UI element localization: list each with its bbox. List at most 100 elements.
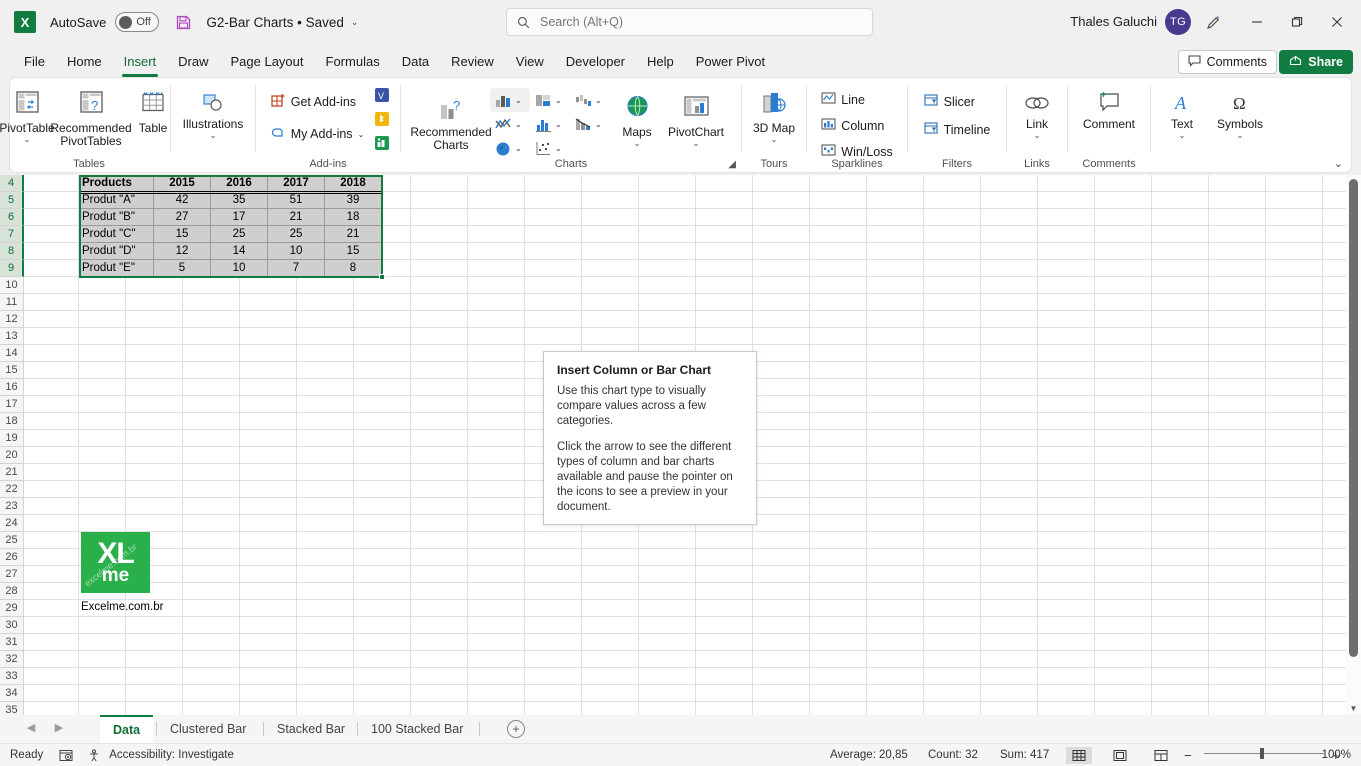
grid-cell[interactable] [1209,464,1266,481]
grid-cell[interactable] [297,413,354,430]
maps-button[interactable]: Maps ⌄ [610,84,664,148]
row-header[interactable]: 8 [0,243,24,260]
row-header[interactable]: 34 [0,685,24,702]
grid-cell[interactable] [240,685,297,702]
grid-cell[interactable] [525,209,582,226]
timeline-button[interactable]: Timeline [918,118,997,141]
grid-cell[interactable] [1095,447,1152,464]
grid-cell[interactable] [981,566,1038,583]
grid-cell[interactable] [1152,430,1209,447]
grid-cell[interactable] [981,464,1038,481]
grid-cell[interactable] [867,634,924,651]
share-button[interactable]: Share [1279,50,1353,74]
grid-cell[interactable] [1152,549,1209,566]
grid-cell[interactable] [981,498,1038,515]
grid-cell[interactable] [468,481,525,498]
grid-cell[interactable] [79,277,126,294]
grid-cell[interactable] [79,515,126,532]
grid-cell[interactable] [354,328,411,345]
grid-cell[interactable] [525,175,582,192]
grid-cell[interactable] [1266,566,1323,583]
worksheet-grid[interactable]: 4 5 6 7 8 9 10 11 12 13 14 15 16 17 18 19 20 21 22 23 24 25 26… [0,175,1361,715]
grid-cell[interactable] [1209,396,1266,413]
row-header[interactable]: 35 [0,702,24,715]
grid-cell[interactable] [1038,294,1095,311]
grid-cell[interactable] [981,702,1038,715]
grid-cell[interactable] [753,532,810,549]
grid-cell[interactable] [696,651,753,668]
illustrations-button[interactable]: Illustrations ⌄ [175,82,251,140]
grid-cell[interactable] [240,515,297,532]
grid-cell[interactable] [525,226,582,243]
grid-cell[interactable] [411,600,468,617]
next-sheet-icon[interactable]: ▶ [48,721,70,734]
grid-cell[interactable] [867,294,924,311]
grid-cell[interactable] [1038,481,1095,498]
grid-cell[interactable] [867,532,924,549]
grid-cell[interactable] [1209,668,1266,685]
grid-cell[interactable] [924,685,981,702]
table-header-cell[interactable]: 2016 [211,175,268,192]
grid-cell[interactable] [867,379,924,396]
grid-cell[interactable] [297,702,354,715]
grid-cell[interactable] [1095,345,1152,362]
grid-cell[interactable] [867,549,924,566]
grid-cell[interactable] [981,379,1038,396]
grid-cell[interactable] [867,702,924,715]
grid-cell[interactable] [354,464,411,481]
grid-cell[interactable] [354,549,411,566]
grid-cell[interactable] [810,226,867,243]
grid-cell[interactable] [468,430,525,447]
grid-cell[interactable] [753,447,810,464]
grid-cell[interactable] [867,481,924,498]
grid-cell[interactable] [1209,226,1266,243]
grid-cell[interactable] [867,175,924,192]
grid-cell[interactable] [1209,583,1266,600]
grid-cell[interactable] [411,566,468,583]
grid-cell[interactable] [1209,294,1266,311]
grid-cell[interactable] [1266,702,1323,715]
grid-cell[interactable] [79,379,126,396]
grid-cell[interactable] [468,175,525,192]
grid-cell[interactable] [297,617,354,634]
grid-cell[interactable] [696,226,753,243]
grid-cell[interactable] [1266,379,1323,396]
grid-cell[interactable] [1095,192,1152,209]
grid-cell[interactable] [867,583,924,600]
grid-cell[interactable] [183,413,240,430]
table-cell[interactable]: Produt "A" [79,192,154,209]
grid-cell[interactable] [1209,277,1266,294]
grid-cell[interactable] [924,243,981,260]
grid-cell[interactable] [639,192,696,209]
grid-cell[interactable] [639,685,696,702]
grid-cell[interactable] [1266,260,1323,277]
row-header[interactable]: 19 [0,430,24,447]
grid-cell[interactable] [981,447,1038,464]
grid-cell[interactable] [753,651,810,668]
table-cell[interactable]: 18 [325,209,382,226]
grid-cell[interactable] [1095,600,1152,617]
grid-cell[interactable] [411,617,468,634]
grid-cell[interactable] [126,396,183,413]
grid-cell[interactable] [639,668,696,685]
grid-cell[interactable] [924,311,981,328]
grid-cell[interactable] [24,379,79,396]
grid-cell[interactable] [354,651,411,668]
grid-cell[interactable] [1038,396,1095,413]
grid-cell[interactable] [1095,515,1152,532]
text-chevron-down-icon[interactable]: ⌄ [1179,132,1186,140]
grid-cell[interactable] [696,634,753,651]
grid-cell[interactable] [297,430,354,447]
grid-cell[interactable] [696,532,753,549]
grid-cell[interactable] [582,175,639,192]
grid-cell[interactable] [639,243,696,260]
grid-cell[interactable] [183,634,240,651]
bing-maps-addin-icon[interactable] [374,111,391,132]
grid-cell[interactable] [411,209,468,226]
grid-cell[interactable] [867,226,924,243]
grid-cell[interactable] [696,583,753,600]
table-cell[interactable]: 14 [211,243,268,260]
grid-cell[interactable] [468,617,525,634]
grid-cell[interactable] [183,498,240,515]
grid-cell[interactable] [411,311,468,328]
